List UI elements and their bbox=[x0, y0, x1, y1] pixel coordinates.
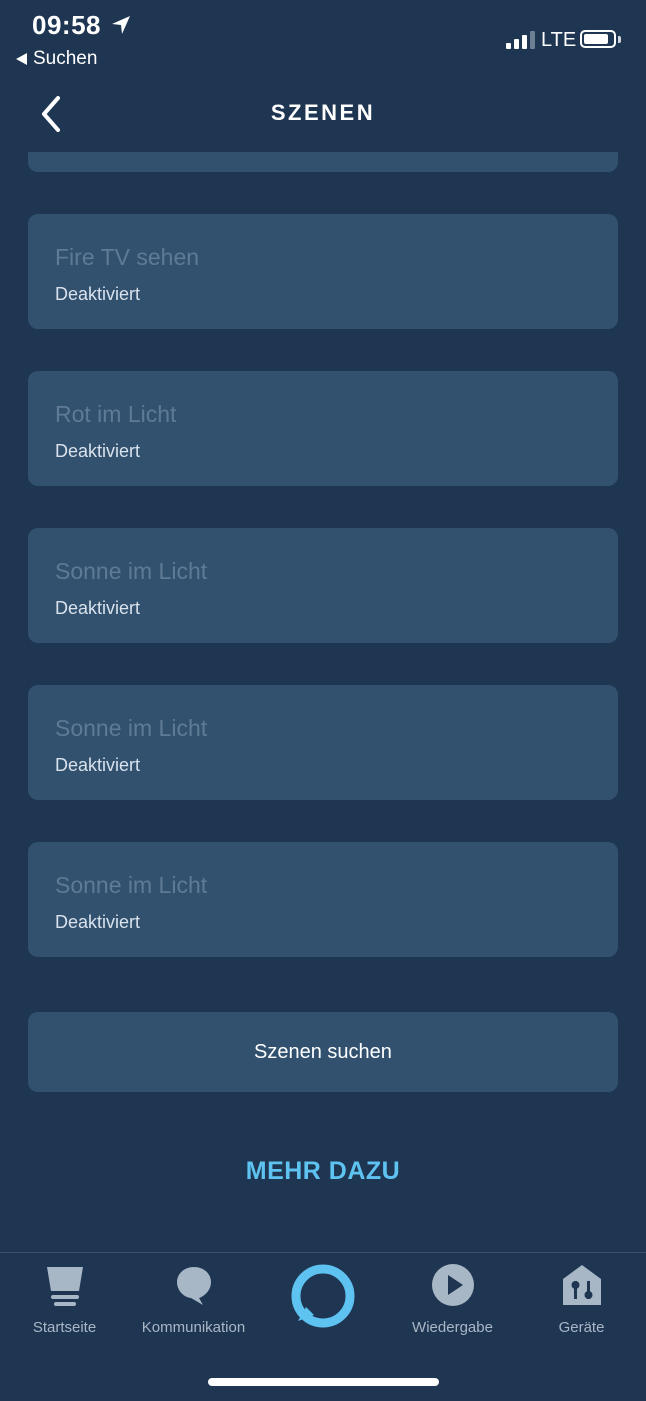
scene-status: Deaktiviert bbox=[55, 755, 141, 775]
scene-name: Sonne im Licht bbox=[55, 872, 208, 898]
scene-card[interactable]: Fire TV sehen Deaktiviert bbox=[28, 214, 618, 329]
scene-card-partial[interactable] bbox=[28, 152, 618, 172]
back-triangle-icon bbox=[16, 53, 27, 65]
scene-card[interactable]: Rot im Licht Deaktiviert bbox=[28, 371, 618, 486]
tab-label: Kommunikation bbox=[141, 1319, 246, 1336]
home-indicator[interactable] bbox=[208, 1378, 439, 1386]
tab-communication[interactable]: Kommunikation bbox=[129, 1253, 258, 1353]
scene-status: Deaktiviert bbox=[55, 598, 141, 618]
tab-label: Geräte bbox=[558, 1319, 605, 1336]
play-icon bbox=[431, 1264, 474, 1306]
page-title: SZENEN bbox=[270, 100, 376, 125]
scene-status: Deaktiviert bbox=[55, 284, 141, 304]
alexa-icon bbox=[291, 1264, 355, 1328]
tab-label: Wiedergabe bbox=[412, 1319, 493, 1336]
scene-card[interactable]: Sonne im Licht Deaktiviert bbox=[28, 842, 618, 957]
location-arrow-icon bbox=[112, 16, 130, 34]
tab-label: Startseite bbox=[32, 1319, 97, 1336]
scene-card[interactable]: Sonne im Licht Deaktiviert bbox=[28, 685, 618, 800]
signal-icon bbox=[506, 31, 535, 49]
back-to-app-link[interactable]: Suchen bbox=[16, 48, 97, 70]
tab-home[interactable]: Startseite bbox=[0, 1253, 129, 1353]
home-icon bbox=[46, 1267, 83, 1306]
search-scenes-button[interactable]: Szenen suchen bbox=[28, 1012, 618, 1092]
tab-devices[interactable]: Geräte bbox=[517, 1253, 646, 1353]
scene-card[interactable]: Sonne im Licht Deaktiviert bbox=[28, 528, 618, 643]
devices-icon bbox=[562, 1265, 601, 1305]
tab-playback[interactable]: Wiedergabe bbox=[388, 1253, 517, 1353]
scene-name: Fire TV sehen bbox=[55, 244, 200, 270]
status-time: 09:58 bbox=[32, 10, 101, 40]
scene-name: Sonne im Licht bbox=[55, 558, 208, 584]
network-type: LTE bbox=[541, 29, 577, 51]
back-app-label: Suchen bbox=[33, 48, 98, 69]
chat-bubble-icon bbox=[176, 1267, 211, 1305]
scene-name: Sonne im Licht bbox=[55, 715, 208, 741]
more-info-link[interactable]: MEHR DAZU bbox=[0, 1157, 646, 1186]
scene-name: Rot im Licht bbox=[55, 401, 177, 427]
scene-status: Deaktiviert bbox=[55, 912, 141, 932]
battery-icon bbox=[580, 30, 616, 48]
tab-alexa[interactable] bbox=[258, 1253, 388, 1353]
scene-status: Deaktiviert bbox=[55, 441, 141, 461]
battery-cap bbox=[618, 36, 621, 43]
